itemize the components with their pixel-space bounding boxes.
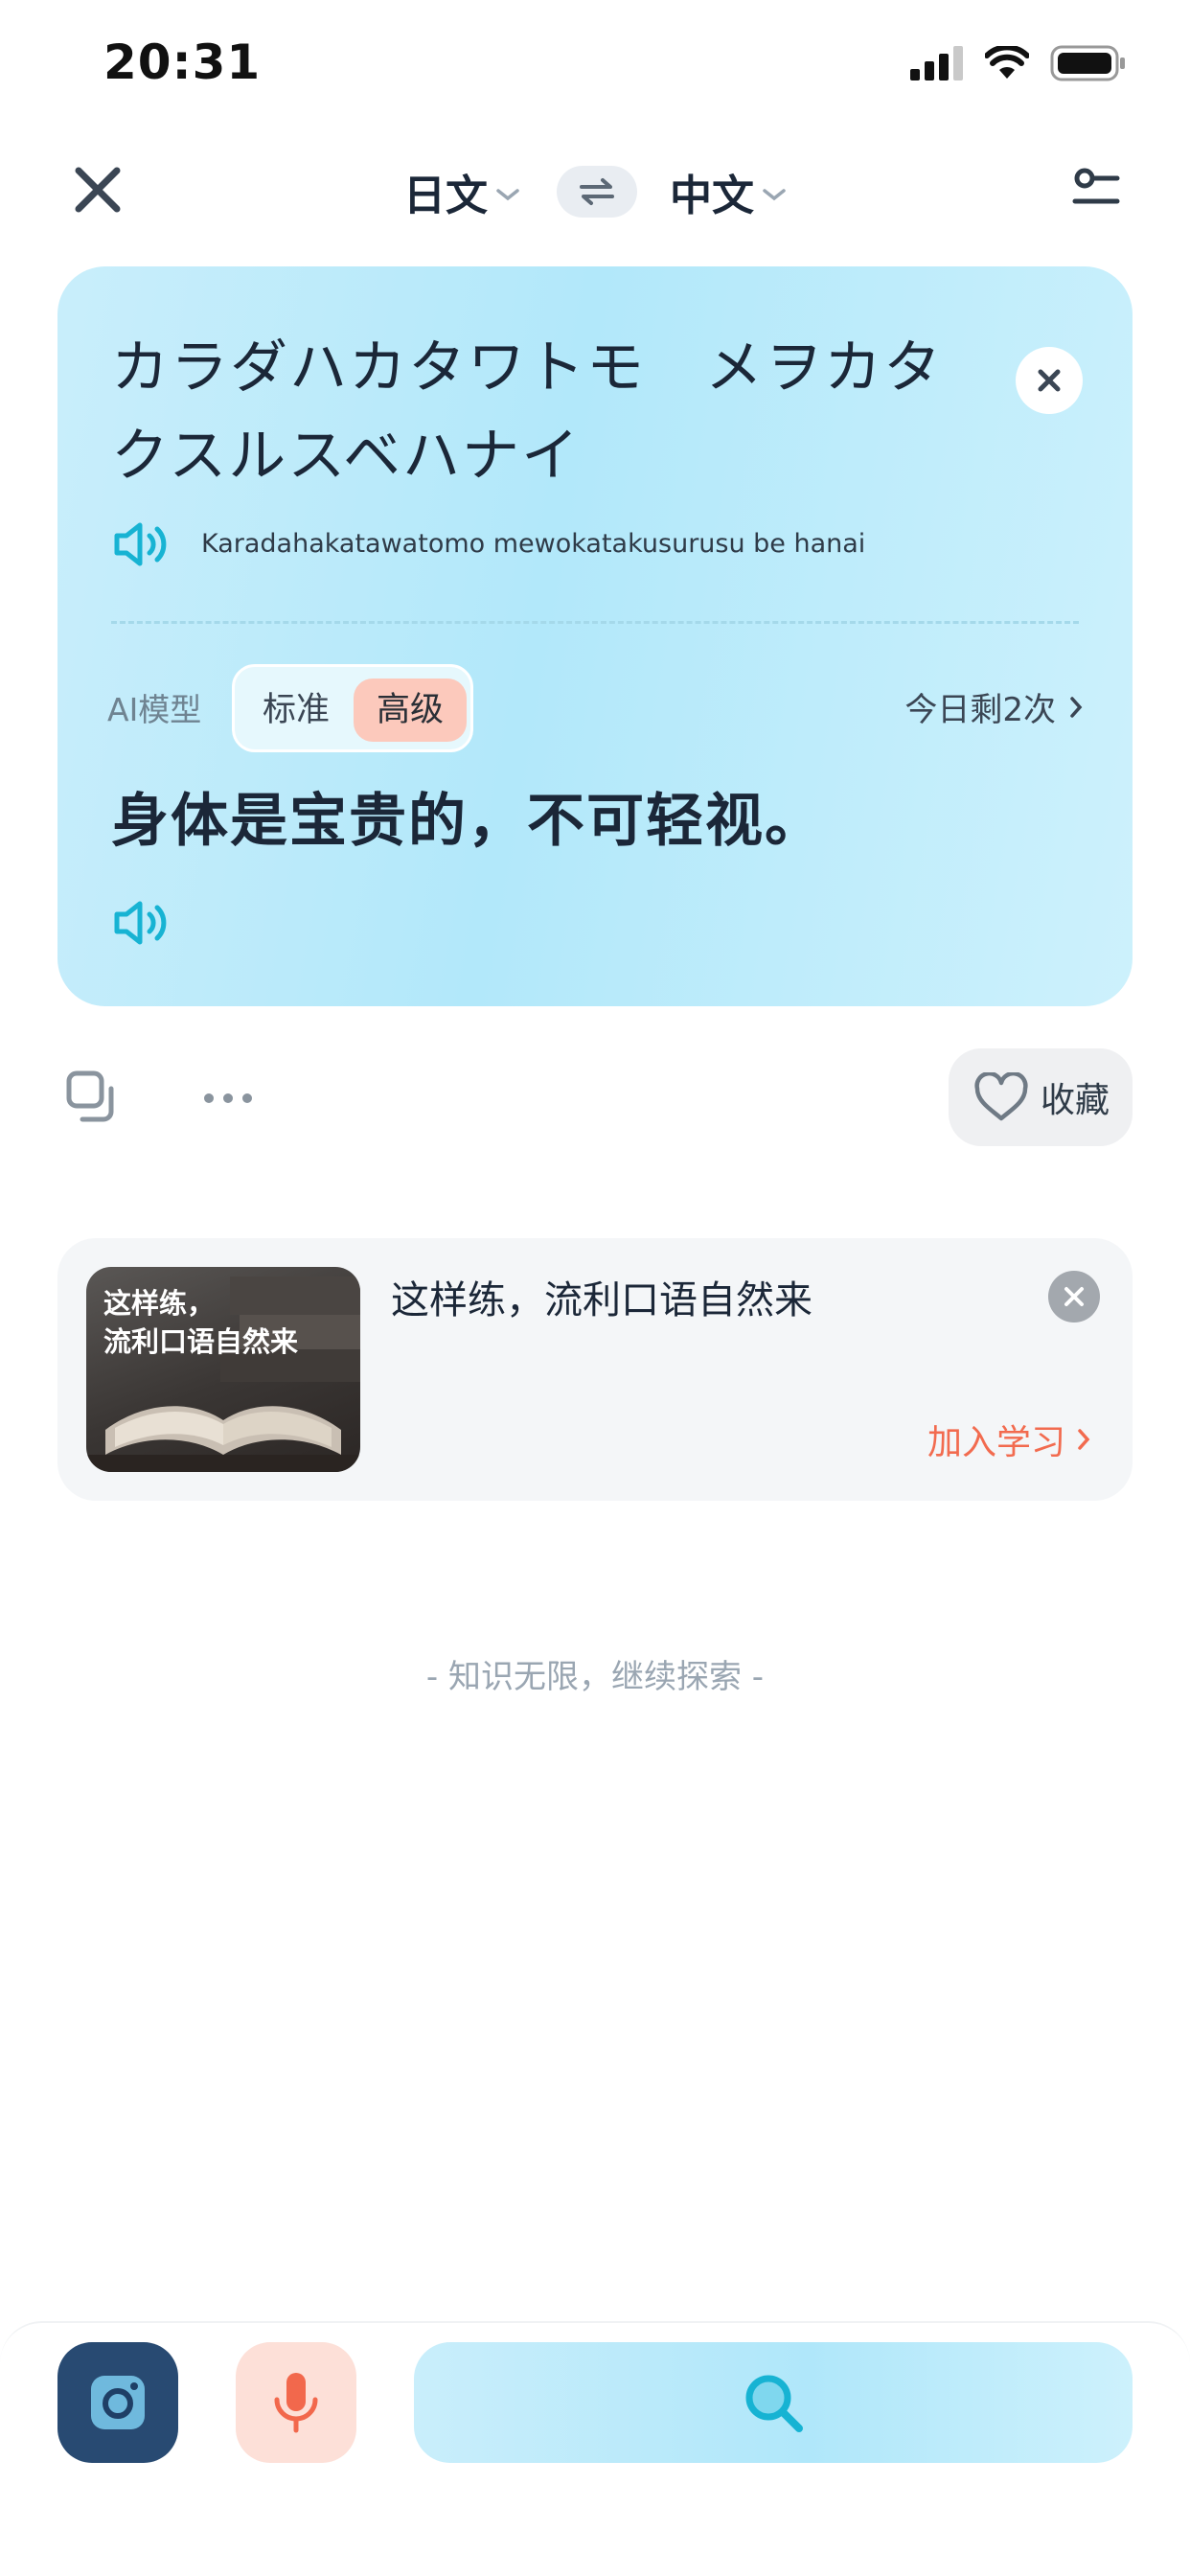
search-icon	[745, 2375, 803, 2432]
bottom-toolbar	[0, 2321, 1190, 2576]
status-bar: 20:31	[0, 0, 1190, 134]
search-button[interactable]	[414, 2342, 1133, 2463]
close-icon	[1038, 369, 1061, 392]
clear-input-button[interactable]	[1016, 347, 1083, 414]
footer-note: - 知识无限，继续探索 -	[425, 1658, 765, 1696]
promo-thumbnail-line2: 流利口语自然来	[103, 1325, 299, 1358]
heart-icon	[974, 1072, 1028, 1121]
chevron-right-icon	[1078, 1429, 1090, 1450]
promo-card[interactable]: 这样练， 流利口语自然来 这样练，流利口语自然来 加入学习	[57, 1238, 1133, 1501]
source-text[interactable]: カラダハカタワトモ メヲカタクスルスベハナイ	[111, 324, 993, 500]
camera-icon	[91, 2376, 145, 2429]
chevron-down-icon	[496, 189, 519, 201]
voice-input-button[interactable]	[236, 2342, 356, 2463]
model-advanced-option[interactable]: 高级	[354, 678, 467, 742]
remaining-uses-label: 今日剩2次	[904, 691, 1056, 729]
more-icon	[204, 1093, 252, 1103]
target-language-select[interactable]: 中文	[670, 161, 787, 222]
promo-close-button[interactable]	[1048, 1271, 1100, 1322]
remaining-uses-link[interactable]: 今日剩2次	[904, 683, 1083, 730]
favorite-button[interactable]: 收藏	[949, 1048, 1133, 1146]
speaker-icon[interactable]	[111, 899, 171, 947]
promo-thumbnail-text: 这样练， 流利口语自然来	[103, 1284, 298, 1361]
speaker-icon[interactable]	[111, 520, 171, 568]
join-learning-label: 加入学习	[927, 1423, 1065, 1462]
favorite-label: 收藏	[1041, 1081, 1110, 1120]
source-language-select[interactable]: 日文	[403, 161, 520, 222]
result-text: 身体是宝贵的，不可轻视。	[111, 788, 824, 855]
more-button[interactable]	[199, 1081, 257, 1116]
microphone-icon	[274, 2373, 318, 2433]
model-standard-option[interactable]: 标准	[248, 678, 344, 742]
swap-language-button[interactable]	[557, 166, 637, 218]
close-icon	[1064, 1287, 1084, 1306]
status-time: 20:31	[103, 34, 262, 90]
settings-button[interactable]	[1069, 163, 1123, 217]
join-learning-link[interactable]: 加入学习	[927, 1414, 1090, 1464]
chevron-right-icon	[1070, 696, 1083, 718]
status-icons	[910, 44, 1127, 82]
divider	[111, 621, 1079, 624]
swap-icon	[580, 178, 614, 205]
romanization-text: Karadahakatawatomo mewokatakusurusu be h…	[201, 529, 866, 559]
ai-model-label: AI模型	[107, 691, 202, 728]
copy-button[interactable]	[65, 1070, 119, 1125]
target-language-label: 中文	[670, 172, 754, 220]
model-switch: 标准 高级	[232, 664, 473, 752]
promo-title: 这样练，流利口语自然来	[391, 1278, 812, 1322]
chevron-down-icon	[763, 189, 786, 201]
translation-card: カラダハカタワトモ メヲカタクスルスベハナイ Karadahakatawatom…	[57, 266, 1133, 1006]
language-selector: 日文 中文	[0, 161, 1190, 222]
settings-icon	[1072, 168, 1120, 204]
wifi-icon	[985, 46, 1029, 79]
signal-icon	[910, 46, 963, 80]
battery-icon	[1050, 45, 1125, 81]
camera-button[interactable]	[57, 2342, 178, 2463]
copy-icon	[66, 1070, 114, 1122]
promo-thumbnail-line1: 这样练，	[103, 1287, 216, 1320]
header: 日文 中文	[0, 144, 1190, 240]
source-language-label: 日文	[403, 172, 488, 220]
promo-thumbnail: 这样练， 流利口语自然来	[86, 1267, 360, 1472]
